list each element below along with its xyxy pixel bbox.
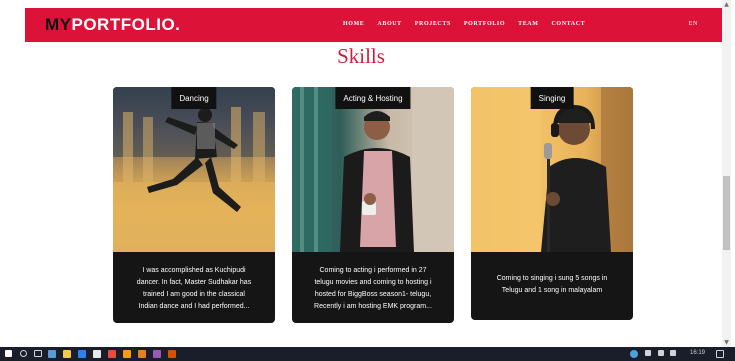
dancing-photo-art <box>113 87 275 252</box>
desc-line: Recently i am hosting EMK program... <box>314 303 432 310</box>
nav-team[interactable]: TEAM <box>518 21 538 27</box>
language-switch[interactable]: EN <box>689 21 698 27</box>
desc-line: dancer. In fact, Master Sudhakar has <box>136 279 252 286</box>
store-icon[interactable] <box>78 350 86 358</box>
network-icon[interactable] <box>658 350 664 356</box>
volume-icon[interactable] <box>670 350 676 356</box>
taskbar: 16:19 <box>0 347 735 361</box>
nav-menu: HOME ABOUT PROJECTS PORTFOLIO TEAM CONTA… <box>343 21 585 27</box>
singing-photo <box>471 87 633 252</box>
clock[interactable]: 16:19 <box>690 350 705 356</box>
skill-card-acting-hosting[interactable]: Acting & Hosting Coming to acting i perf… <box>292 87 454 323</box>
nav-projects[interactable]: PROJECTS <box>415 21 451 27</box>
skill-card-dancing[interactable]: Dancing I was accomplished as Kuchipudi … <box>113 87 275 323</box>
skill-description: Coming to acting i performed in 27 telug… <box>304 265 442 313</box>
desc-line: I was accomplished as Kuchipudi <box>142 267 246 274</box>
nav-about[interactable]: ABOUT <box>377 21 401 27</box>
windows-start-icon[interactable] <box>5 350 12 357</box>
desc-line: telugu movies and coming to hosting i <box>314 279 432 286</box>
page: MYPORTFOLIO. HOME ABOUT PROJECTS PORTFOL… <box>0 0 722 347</box>
skill-description: Coming to singing i sung 5 songs in Telu… <box>483 273 621 297</box>
desc-line: Indian dance and I had performed... <box>138 303 250 310</box>
scroll-down-icon[interactable]: ▼ <box>723 339 730 346</box>
scrollbar-thumb[interactable] <box>723 176 730 250</box>
acting-photo-art <box>292 87 454 252</box>
desc-line: hosted for BiggBoss season1- telugu, <box>314 291 432 298</box>
app-icon[interactable] <box>108 350 116 358</box>
desc-line: trained I am good in the classical <box>143 291 245 298</box>
navbar: MYPORTFOLIO. HOME ABOUT PROJECTS PORTFOL… <box>25 8 722 42</box>
desc-line: Coming to singing i sung 5 songs in <box>496 275 608 282</box>
brand-part-2: PORTFOLIO. <box>71 15 181 34</box>
scroll-up-icon[interactable]: ▲ <box>723 1 730 8</box>
vertical-scrollbar[interactable]: ▲ ▼ <box>722 0 731 347</box>
tray-icons[interactable] <box>645 350 651 356</box>
notification-icon[interactable] <box>716 350 724 358</box>
desc-line: Telugu and 1 song in malayalam <box>501 287 603 294</box>
skill-label: Dancing <box>171 87 217 109</box>
desc-line: Coming to acting i performed in 27 <box>319 267 427 274</box>
file-explorer-icon[interactable] <box>63 350 71 358</box>
singing-photo-art <box>471 87 633 252</box>
dancing-photo <box>113 87 275 252</box>
edge-icon[interactable] <box>48 350 56 358</box>
section-title: Skills <box>337 44 385 68</box>
nav-portfolio[interactable]: PORTFOLIO <box>464 21 505 27</box>
task-view-icon[interactable] <box>34 350 42 357</box>
nav-home[interactable]: HOME <box>343 21 364 27</box>
skill-card-singing[interactable]: Singing Coming to singing i sung 5 songs… <box>471 87 633 320</box>
nav-contact[interactable]: CONTACT <box>552 21 586 27</box>
app-icon[interactable] <box>93 350 101 358</box>
skill-label: Singing <box>530 87 574 109</box>
app-icon[interactable] <box>153 350 161 358</box>
acting-photo <box>292 87 454 252</box>
app-icon[interactable] <box>123 350 131 358</box>
skill-description: I was accomplished as Kuchipudi dancer. … <box>125 265 263 313</box>
app-icon[interactable] <box>168 350 176 358</box>
brand-logo[interactable]: MYPORTFOLIO. <box>45 15 180 35</box>
skill-label: Acting & Hosting <box>335 87 411 109</box>
search-icon[interactable] <box>20 350 27 357</box>
app-icon[interactable] <box>138 350 146 358</box>
brand-part-1: MY <box>45 15 72 34</box>
weather-icon[interactable] <box>630 350 638 358</box>
